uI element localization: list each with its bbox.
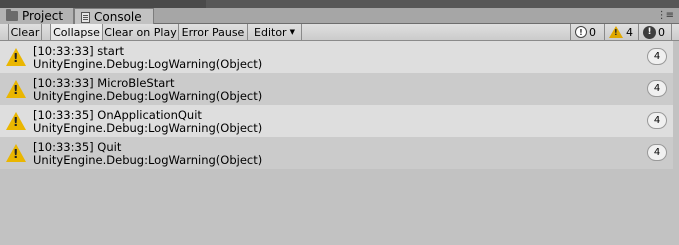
error-icon: ! <box>643 25 656 39</box>
editor-dropdown[interactable]: Editor ▼ <box>248 24 302 40</box>
tab-console-label: Console <box>94 10 142 24</box>
folder-icon <box>6 9 18 21</box>
collapse-count-badge: 4 <box>647 80 667 97</box>
log-message: [10:33:35] Quit <box>33 140 122 154</box>
log-entry[interactable]: [10:33:33] MicroBleStart UnityEngine.Deb… <box>0 73 673 105</box>
log-entry[interactable]: [10:33:35] Quit UnityEngine.Debug:LogWar… <box>0 137 673 169</box>
log-source: UnityEngine.Debug:LogWarning(Object) <box>33 57 263 71</box>
log-entry[interactable]: [10:33:33] start UnityEngine.Debug:LogWa… <box>0 41 673 73</box>
window-top-strip <box>0 0 679 8</box>
info-icon: ! <box>575 26 587 38</box>
warning-icon <box>609 26 623 38</box>
tab-bar: Project Console ⋮≡ <box>0 8 679 25</box>
log-message: [10:33:33] MicroBleStart <box>33 76 175 90</box>
window-top-strip-right <box>206 0 679 8</box>
log-source: UnityEngine.Debug:LogWarning(Object) <box>33 153 263 167</box>
warning-icon <box>5 143 27 163</box>
warning-count: 4 <box>626 25 633 39</box>
clear-on-play-toggle[interactable]: Clear on Play <box>103 24 179 40</box>
panel-menu-icon[interactable]: ⋮≡ <box>657 10 674 21</box>
error-filter-toggle[interactable]: ! 0 <box>638 24 672 40</box>
warning-filter-toggle[interactable]: 4 <box>604 24 638 40</box>
info-count: 0 <box>589 25 596 39</box>
tab-console[interactable]: Console <box>74 8 154 25</box>
warning-icon <box>5 79 27 99</box>
log-source: UnityEngine.Debug:LogWarning(Object) <box>33 121 263 135</box>
collapse-toggle[interactable]: Collapse <box>50 24 103 40</box>
log-list: [10:33:33] start UnityEngine.Debug:LogWa… <box>0 41 679 245</box>
warning-icon <box>5 111 27 131</box>
vertical-scrollbar[interactable] <box>673 41 679 245</box>
log-message: [10:33:35] OnApplicationQuit <box>33 108 202 122</box>
editor-dropdown-label: Editor <box>254 25 287 39</box>
collapse-count-badge: 4 <box>647 144 667 161</box>
warning-icon <box>5 47 27 67</box>
log-entry[interactable]: [10:33:35] OnApplicationQuit UnityEngine… <box>0 105 673 137</box>
info-filter-toggle[interactable]: ! 0 <box>570 24 604 40</box>
error-count: 0 <box>658 25 665 39</box>
collapse-count-badge: 4 <box>647 48 667 65</box>
tab-project-label: Project <box>22 9 64 23</box>
caret-down-icon: ▼ <box>289 28 295 36</box>
clear-button[interactable]: Clear <box>8 24 42 40</box>
error-pause-toggle[interactable]: Error Pause <box>179 24 248 40</box>
console-icon <box>81 11 90 23</box>
console-toolbar: Clear Collapse Clear on Play Error Pause… <box>0 24 679 41</box>
log-message: [10:33:33] start <box>33 44 125 58</box>
tab-project[interactable]: Project <box>0 8 74 24</box>
log-source: UnityEngine.Debug:LogWarning(Object) <box>33 89 263 103</box>
collapse-count-badge: 4 <box>647 112 667 129</box>
